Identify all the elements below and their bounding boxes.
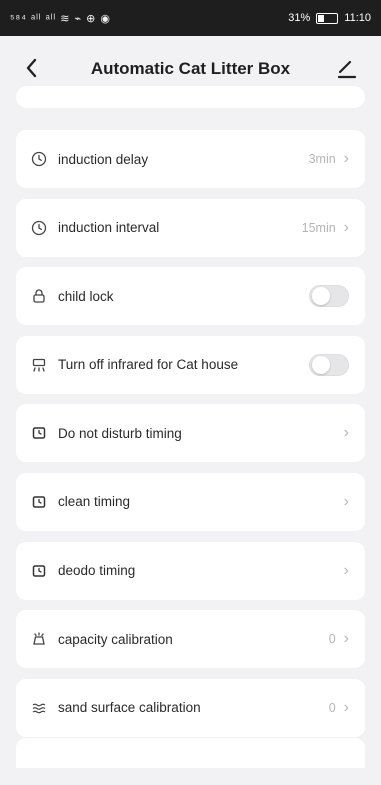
chevron-right-icon: › [343,630,349,648]
network-indicators: ⁵⁸⁴ ᵃˡˡ ᵃˡˡ ≋ ⌁ ⊕ ◉ [10,12,112,25]
setting-infrared: Turn off infrared for Cat house [16,335,365,394]
setting-label: Turn off infrared for Cat house [58,357,239,373]
setting-child-lock: child lock [16,267,365,326]
calibration-icon [30,630,48,648]
setting-induction-interval[interactable]: induction interval 15min › [16,198,365,257]
infrared-toggle[interactable] [309,353,349,376]
waves-icon [30,699,48,717]
clock-icon [30,219,48,237]
setting-value: 0 [328,700,336,715]
alarm-icon [30,424,48,442]
page-title: Automatic Cat Litter Box [90,59,291,78]
setting-deodo-timing[interactable]: deodo timing › [16,541,365,600]
setting-label: child lock [58,288,114,304]
setting-label: induction interval [58,220,160,236]
status-bar: ⁵⁸⁴ ᵃˡˡ ᵃˡˡ ≋ ⌁ ⊕ ◉ 31% 11:10 [0,0,381,36]
setting-capacity-calibration[interactable]: capacity calibration 0 › [16,610,365,669]
chevron-right-icon: › [343,492,349,510]
setting-label: sand surface calibration [58,700,201,716]
child-lock-toggle[interactable] [309,285,349,308]
infrared-icon [30,356,48,374]
setting-value: 0 [328,632,336,647]
chevron-right-icon: › [343,561,349,579]
chevron-left-icon [26,58,37,78]
chevron-right-icon: › [343,150,349,167]
chevron-right-icon: › [343,218,349,236]
next-card-edge [16,738,365,768]
clock-time: 11:10 [344,12,371,24]
setting-sand-surface-calibration[interactable]: sand surface calibration 0 › [16,678,365,737]
battery-icon [316,12,339,24]
setting-clean-timing[interactable]: clean timing › [16,472,365,531]
setting-induction-delay[interactable]: induction delay 3min › [16,130,365,188]
setting-label: induction delay [58,151,149,167]
setting-value: 3min [308,152,336,166]
battery-percentage: 31% [288,12,311,24]
setting-label: deodo timing [58,563,136,579]
setting-do-not-disturb[interactable]: Do not disturb timing › [16,404,365,463]
previous-card-edge [16,86,365,108]
chevron-right-icon: › [343,424,349,442]
chevron-right-icon: › [343,698,349,716]
setting-label: Do not disturb timing [58,425,182,441]
setting-value: 15min [301,220,336,235]
alarm-icon [30,493,48,511]
back-button[interactable] [20,54,44,82]
edit-button[interactable] [335,56,359,80]
lock-icon [30,287,48,305]
setting-label: capacity calibration [58,631,173,647]
alarm-icon [30,562,48,580]
setting-label: clean timing [58,494,131,510]
settings-list: induction delay 3min › induction interva… [16,130,365,747]
pencil-icon [337,60,357,79]
clock-icon [30,150,48,168]
